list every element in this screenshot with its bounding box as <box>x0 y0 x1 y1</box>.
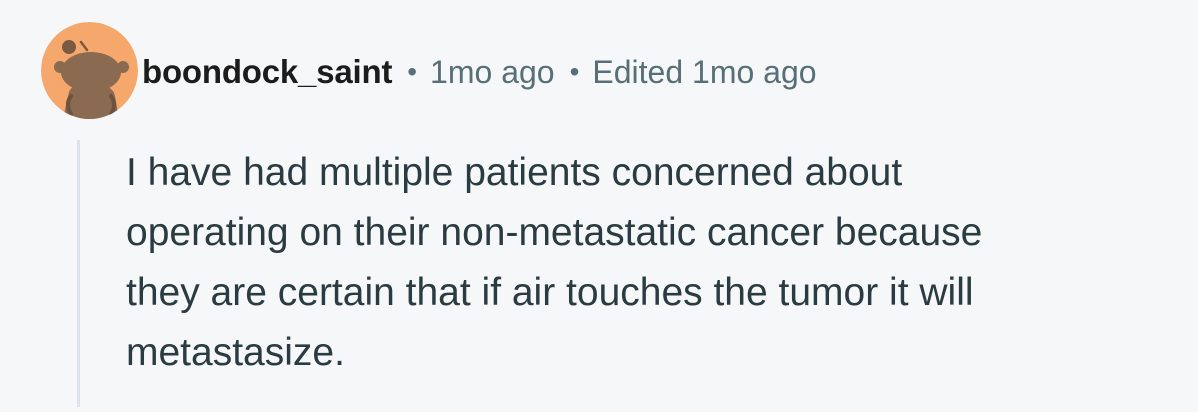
edited-time: Edited 1mo ago <box>592 53 817 90</box>
comment-body-line: they are certain that if air touches the… <box>126 271 974 314</box>
username-link[interactable]: boondock_saint <box>142 53 392 91</box>
separator-dot: • <box>407 56 418 87</box>
comment-body-line: metastasize. <box>126 331 345 374</box>
comment: boondock_saint • 1mo ago • Edited 1mo ag… <box>0 0 1198 412</box>
post-time[interactable]: 1mo ago <box>430 54 555 91</box>
thread-line[interactable] <box>77 140 80 407</box>
comment-header: boondock_saint • 1mo ago • Edited 1mo ag… <box>142 52 817 92</box>
user-avatar[interactable] <box>41 22 138 119</box>
separator-dot: • <box>569 56 580 87</box>
comment-body: I have had multiple patients concerned a… <box>126 143 1136 383</box>
comment-body-line: operating on their non-metastatic cancer… <box>126 211 983 254</box>
snoo-avatar-icon <box>41 22 138 119</box>
comment-body-line: I have had multiple patients concerned a… <box>126 151 903 194</box>
